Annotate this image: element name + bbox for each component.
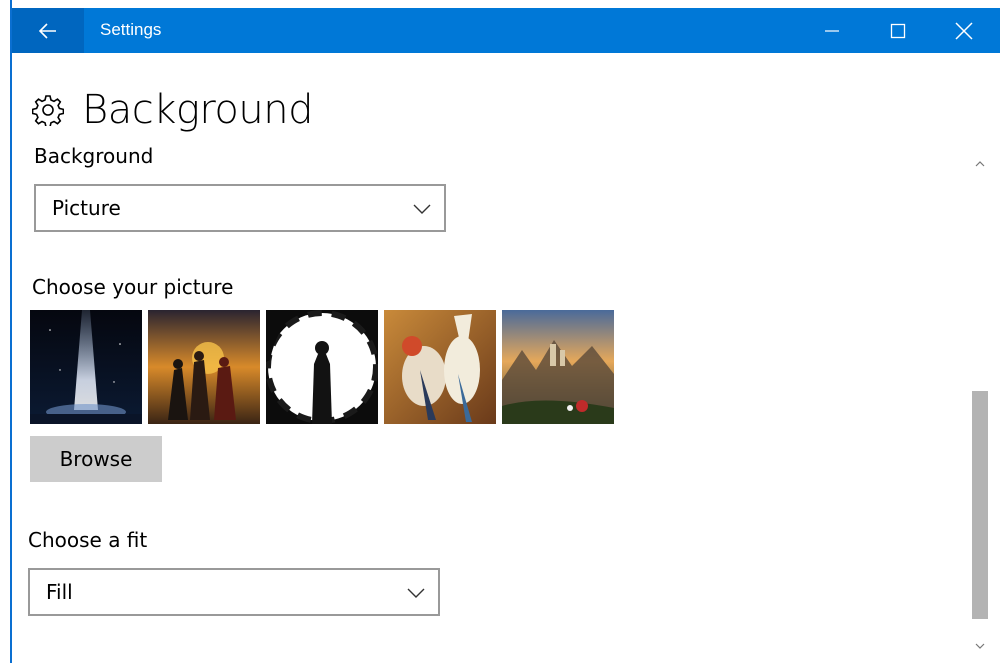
thumbnail-gunbarrel-silhouette[interactable] — [266, 310, 378, 424]
minimize-button[interactable] — [798, 8, 866, 53]
page-header: Background — [32, 82, 314, 138]
minimize-icon — [825, 29, 839, 32]
scroll-down-button[interactable] — [972, 638, 988, 654]
background-dropdown-value: Picture — [52, 196, 121, 220]
picture-thumbnails — [30, 310, 614, 426]
maximize-button[interactable] — [864, 8, 932, 53]
close-icon — [955, 21, 973, 40]
scroll-up-button[interactable] — [972, 156, 988, 172]
gear-icon — [32, 95, 64, 126]
back-arrow-icon — [39, 22, 56, 39]
settings-window: Settings Background Background Picture C… — [10, 0, 1000, 663]
back-button[interactable] — [12, 8, 84, 53]
thumbnail-fantasy-castle-landscape[interactable] — [502, 310, 614, 424]
title-bar: Settings — [12, 8, 1000, 53]
vertical-scrollbar[interactable] — [970, 156, 990, 656]
thumbnail-space-beam[interactable] — [30, 310, 142, 424]
chevron-down-icon — [407, 588, 425, 598]
window-title: Settings — [100, 20, 162, 39]
maximize-icon — [890, 23, 906, 38]
chevron-up-icon — [975, 161, 985, 167]
thumbnail-rabbit-and-dog-cartoon[interactable] — [384, 310, 496, 424]
choose-picture-label: Choose your picture — [32, 275, 234, 299]
fit-dropdown-value: Fill — [46, 580, 73, 604]
background-dropdown[interactable]: Picture — [34, 184, 446, 232]
choose-fit-label: Choose a fit — [28, 528, 148, 552]
close-button[interactable] — [930, 8, 998, 53]
thumbnail-adventurers-sunset[interactable] — [148, 310, 260, 424]
scroll-thumb[interactable] — [972, 391, 988, 619]
page-title: Background — [82, 87, 314, 133]
chevron-down-icon — [975, 643, 985, 649]
chevron-down-icon — [413, 204, 431, 214]
fit-dropdown[interactable]: Fill — [28, 568, 440, 616]
browse-button[interactable]: Browse — [30, 436, 162, 482]
background-label: Background — [34, 144, 154, 168]
